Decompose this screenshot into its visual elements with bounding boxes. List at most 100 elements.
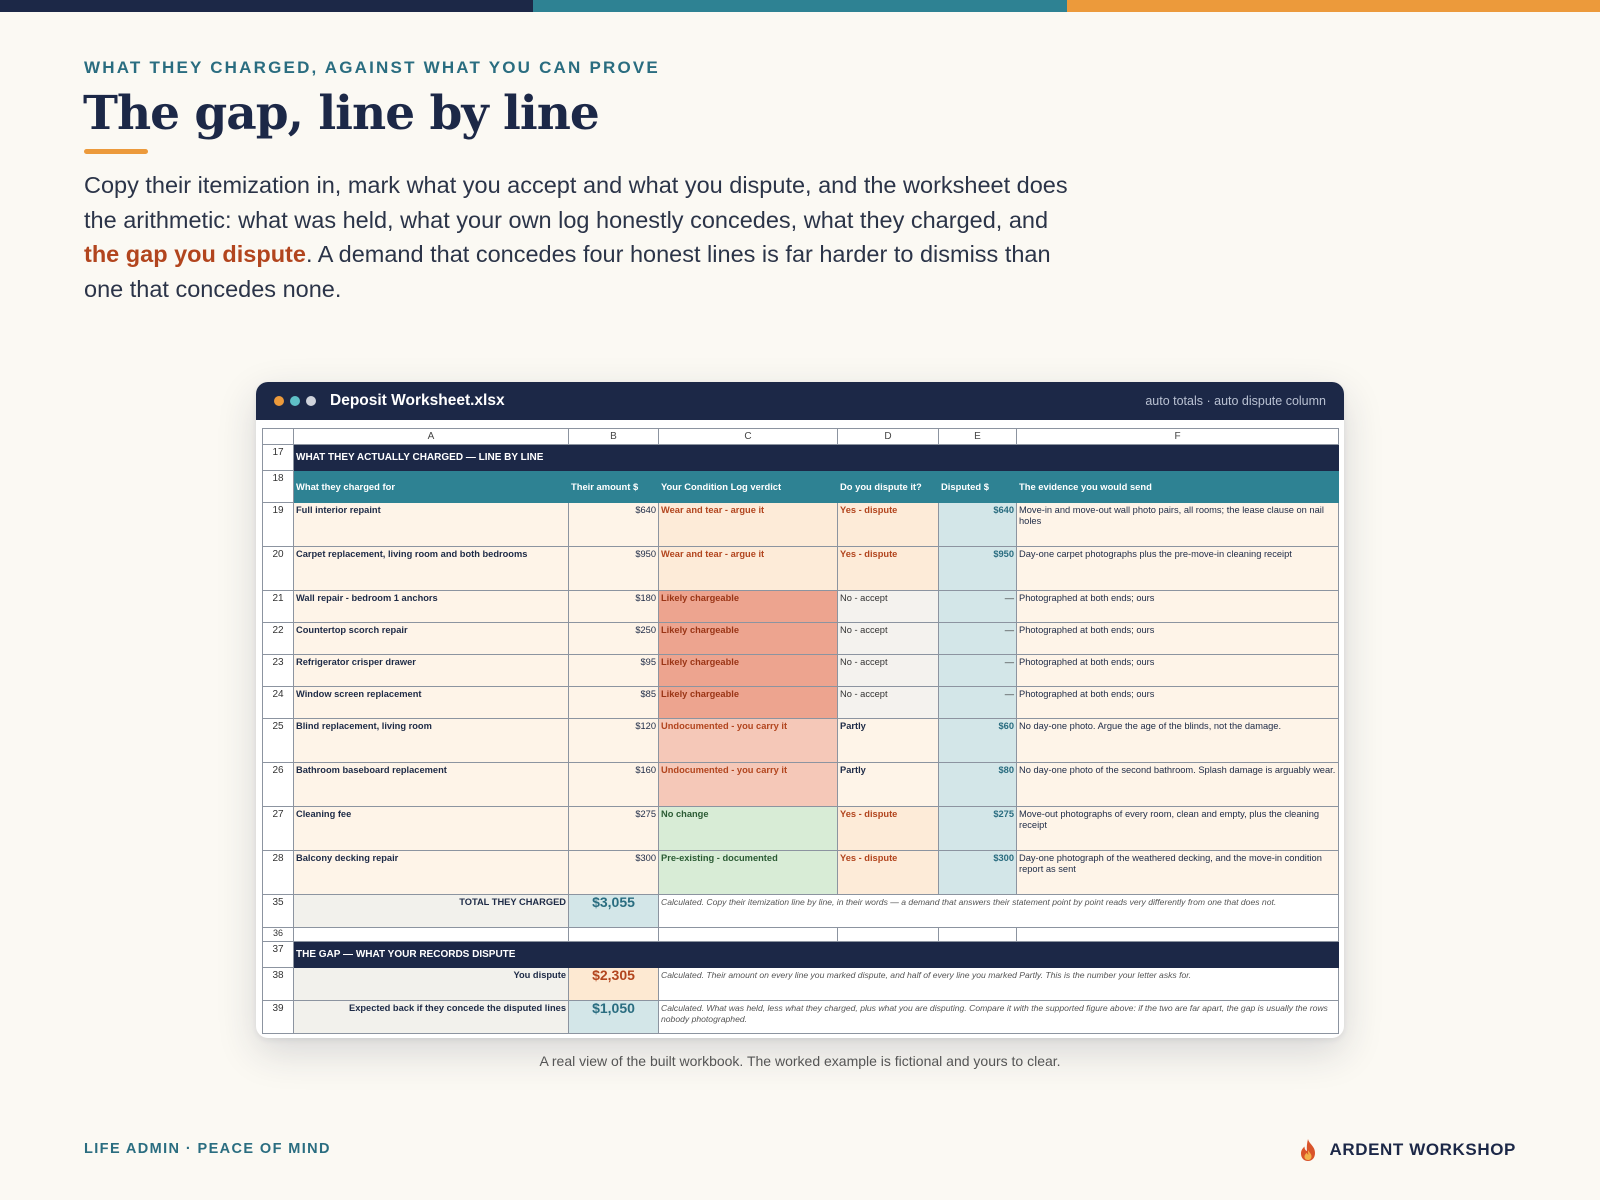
cell-verdict[interactable]: Wear and tear - argue it: [658, 546, 838, 591]
blank-cell[interactable]: [293, 927, 569, 942]
cell-amount[interactable]: $300: [568, 850, 659, 895]
total-note[interactable]: Calculated. Copy their itemization line …: [658, 894, 1339, 928]
cell-dispute[interactable]: Partly: [837, 718, 939, 763]
cell-dispute[interactable]: No - accept: [837, 654, 939, 687]
cell-evidence[interactable]: Photographed at both ends; ours: [1016, 686, 1339, 719]
header-evidence[interactable]: The evidence you would send: [1016, 470, 1339, 503]
blank-cell[interactable]: [658, 927, 838, 942]
cell-verdict[interactable]: Undocumented - you carry it: [658, 718, 838, 763]
cell-verdict[interactable]: Undocumented - you carry it: [658, 762, 838, 807]
row-number[interactable]: 38: [262, 967, 294, 1001]
cell-disputed[interactable]: —: [938, 590, 1017, 623]
cell-evidence[interactable]: Photographed at both ends; ours: [1016, 590, 1339, 623]
cell-item[interactable]: Refrigerator crisper drawer: [293, 654, 569, 687]
cell-verdict[interactable]: Likely chargeable: [658, 686, 838, 719]
header-what-charged[interactable]: What they charged for: [293, 470, 569, 503]
cell-verdict[interactable]: Pre-existing - documented: [658, 850, 838, 895]
row-number[interactable]: 21: [262, 590, 294, 623]
column-header-d[interactable]: D: [837, 428, 939, 445]
cell-evidence[interactable]: Day-one photograph of the weathered deck…: [1016, 850, 1339, 895]
cell-disputed[interactable]: $275: [938, 806, 1017, 851]
dispute-note[interactable]: Calculated. Their amount on every line y…: [658, 967, 1339, 1001]
blank-cell[interactable]: [837, 927, 939, 942]
cell-item[interactable]: Blind replacement, living room: [293, 718, 569, 763]
cell-evidence[interactable]: Photographed at both ends; ours: [1016, 654, 1339, 687]
cell-amount[interactable]: $275: [568, 806, 659, 851]
row-number[interactable]: 18: [262, 470, 294, 503]
cell-disputed[interactable]: $950: [938, 546, 1017, 591]
expected-value[interactable]: $1,050: [568, 1000, 659, 1034]
blank-cell[interactable]: [938, 927, 1017, 942]
cell-dispute[interactable]: No - accept: [837, 590, 939, 623]
cell-amount[interactable]: $250: [568, 622, 659, 655]
cell-verdict[interactable]: Likely chargeable: [658, 622, 838, 655]
corner-cell[interactable]: [262, 428, 294, 445]
cell-evidence[interactable]: No day-one photo. Argue the age of the b…: [1016, 718, 1339, 763]
header-disputed-amount[interactable]: Disputed $: [938, 470, 1017, 503]
cell-disputed[interactable]: —: [938, 654, 1017, 687]
total-value[interactable]: $3,055: [568, 894, 659, 928]
row-number[interactable]: 26: [262, 762, 294, 807]
cell-evidence[interactable]: Move-out photographs of every room, clea…: [1016, 806, 1339, 851]
window-dot-teal[interactable]: [290, 396, 300, 406]
cell-item[interactable]: Countertop scorch repair: [293, 622, 569, 655]
cell-disputed[interactable]: $60: [938, 718, 1017, 763]
cell-amount[interactable]: $950: [568, 546, 659, 591]
cell-amount[interactable]: $85: [568, 686, 659, 719]
cell-item[interactable]: Full interior repaint: [293, 502, 569, 547]
cell-dispute[interactable]: No - accept: [837, 686, 939, 719]
row-number[interactable]: 22: [262, 622, 294, 655]
cell-verdict[interactable]: No change: [658, 806, 838, 851]
cell-item[interactable]: Carpet replacement, living room and both…: [293, 546, 569, 591]
cell-disputed[interactable]: —: [938, 686, 1017, 719]
header-their-amount[interactable]: Their amount $: [568, 470, 659, 503]
row-number[interactable]: 39: [262, 1000, 294, 1034]
blank-cell[interactable]: [1016, 927, 1339, 942]
cell-evidence[interactable]: Move-in and move-out wall photo pairs, a…: [1016, 502, 1339, 547]
cell-dispute[interactable]: Partly: [837, 762, 939, 807]
cell-amount[interactable]: $640: [568, 502, 659, 547]
row-number[interactable]: 35: [262, 894, 294, 928]
cell-disputed[interactable]: $300: [938, 850, 1017, 895]
section-title-charged[interactable]: WHAT THEY ACTUALLY CHARGED — LINE BY LIN…: [293, 444, 1339, 471]
row-number[interactable]: 23: [262, 654, 294, 687]
window-dot-orange[interactable]: [274, 396, 284, 406]
row-number[interactable]: 17: [262, 444, 294, 471]
section-title-gap[interactable]: THE GAP — WHAT YOUR RECORDS DISPUTE: [293, 941, 1339, 968]
row-number[interactable]: 36: [262, 927, 294, 942]
cell-item[interactable]: Cleaning fee: [293, 806, 569, 851]
dispute-value[interactable]: $2,305: [568, 967, 659, 1001]
cell-item[interactable]: Wall repair - bedroom 1 anchors: [293, 590, 569, 623]
cell-verdict[interactable]: Likely chargeable: [658, 654, 838, 687]
blank-cell[interactable]: [568, 927, 659, 942]
column-header-c[interactable]: C: [658, 428, 838, 445]
cell-dispute[interactable]: No - accept: [837, 622, 939, 655]
cell-amount[interactable]: $120: [568, 718, 659, 763]
window-dot-grey[interactable]: [306, 396, 316, 406]
cell-dispute[interactable]: Yes - dispute: [837, 850, 939, 895]
row-number[interactable]: 20: [262, 546, 294, 591]
header-verdict[interactable]: Your Condition Log verdict: [658, 470, 838, 503]
cell-dispute[interactable]: Yes - dispute: [837, 502, 939, 547]
cell-evidence[interactable]: No day-one photo of the second bathroom.…: [1016, 762, 1339, 807]
row-number[interactable]: 27: [262, 806, 294, 851]
cell-amount[interactable]: $180: [568, 590, 659, 623]
column-header-a[interactable]: A: [293, 428, 569, 445]
cell-evidence[interactable]: Photographed at both ends; ours: [1016, 622, 1339, 655]
cell-evidence[interactable]: Day-one carpet photographs plus the pre-…: [1016, 546, 1339, 591]
cell-disputed[interactable]: $80: [938, 762, 1017, 807]
cell-disputed[interactable]: —: [938, 622, 1017, 655]
expected-note[interactable]: Calculated. What was held, less what the…: [658, 1000, 1339, 1034]
column-header-b[interactable]: B: [568, 428, 659, 445]
dispute-label[interactable]: You dispute: [293, 967, 569, 1001]
cell-verdict[interactable]: Likely chargeable: [658, 590, 838, 623]
total-label[interactable]: TOTAL THEY CHARGED: [293, 894, 569, 928]
row-number[interactable]: 37: [262, 941, 294, 968]
cell-dispute[interactable]: Yes - dispute: [837, 546, 939, 591]
row-number[interactable]: 24: [262, 686, 294, 719]
cell-disputed[interactable]: $640: [938, 502, 1017, 547]
cell-amount[interactable]: $160: [568, 762, 659, 807]
cell-amount[interactable]: $95: [568, 654, 659, 687]
cell-dispute[interactable]: Yes - dispute: [837, 806, 939, 851]
cell-item[interactable]: Balcony decking repair: [293, 850, 569, 895]
